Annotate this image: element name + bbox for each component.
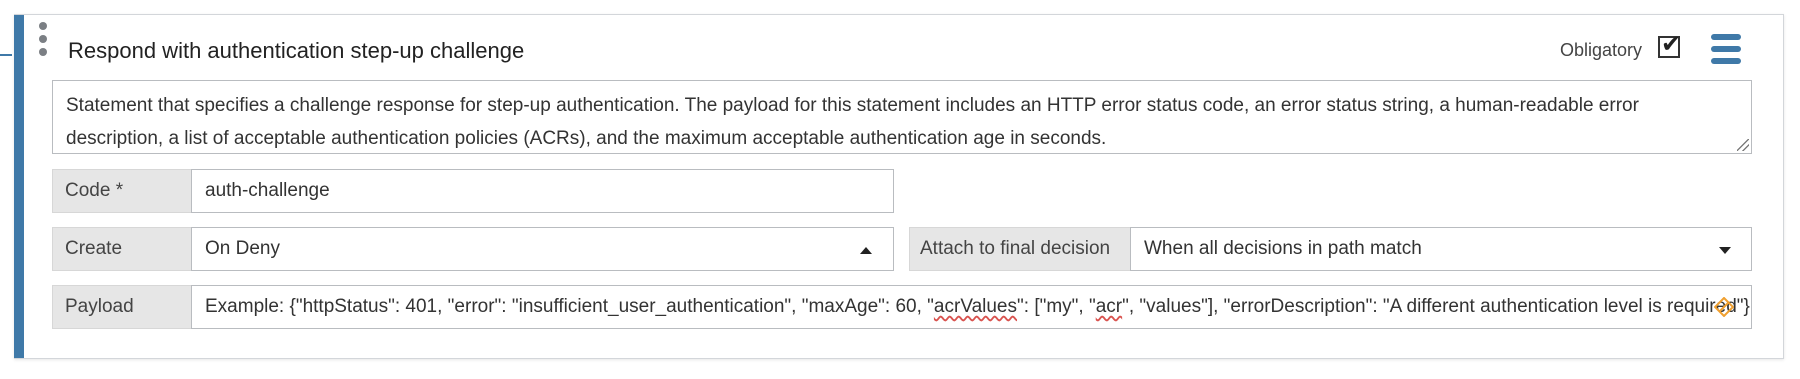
caret-down-icon [1719, 247, 1731, 254]
payload-text-part: acr [1095, 296, 1123, 317]
payload-text-part: ": ["my", " [1017, 296, 1096, 317]
create-select-value: On Deny [205, 238, 280, 259]
clear-diamond-icon[interactable] [1714, 297, 1734, 317]
code-input[interactable]: auth-challenge [191, 169, 894, 213]
drag-handle-icon[interactable] [38, 22, 48, 56]
payload-text-part: acrValues [933, 296, 1018, 317]
caret-up-icon [860, 247, 872, 254]
payload-text-part: Example: {"httpStatus": 401, "error": "i… [205, 296, 934, 317]
payload-text-part: ", "values"], "errorDescription": "A dif… [1122, 296, 1750, 317]
create-label: Create [52, 227, 192, 271]
resize-grip-icon[interactable] [1737, 139, 1749, 151]
description-textarea[interactable]: Statement that specifies a challenge res… [52, 80, 1752, 154]
create-select[interactable]: On Deny [191, 227, 894, 271]
code-label: Code * [52, 169, 192, 213]
obligatory-checkbox[interactable]: ✔ [1658, 30, 1681, 58]
payload-input[interactable]: Example: {"httpStatus": 401, "error": "i… [191, 285, 1752, 329]
menu-icon[interactable] [1711, 34, 1741, 64]
panel-accent-bar [14, 15, 24, 358]
payload-label: Payload [52, 285, 192, 329]
obligatory-label: Obligatory [1560, 40, 1643, 60]
description-text: Statement that specifies a challenge res… [66, 95, 1639, 149]
attach-select[interactable]: When all decisions in path match [1130, 227, 1752, 271]
attach-select-value: When all decisions in path match [1144, 238, 1422, 259]
attach-label: Attach to final decision [909, 227, 1131, 271]
checkbox-check-icon: ✔ [1661, 30, 1682, 58]
collapse-mark[interactable] [0, 54, 12, 56]
statement-title: Respond with authentication step-up chal… [68, 38, 525, 63]
